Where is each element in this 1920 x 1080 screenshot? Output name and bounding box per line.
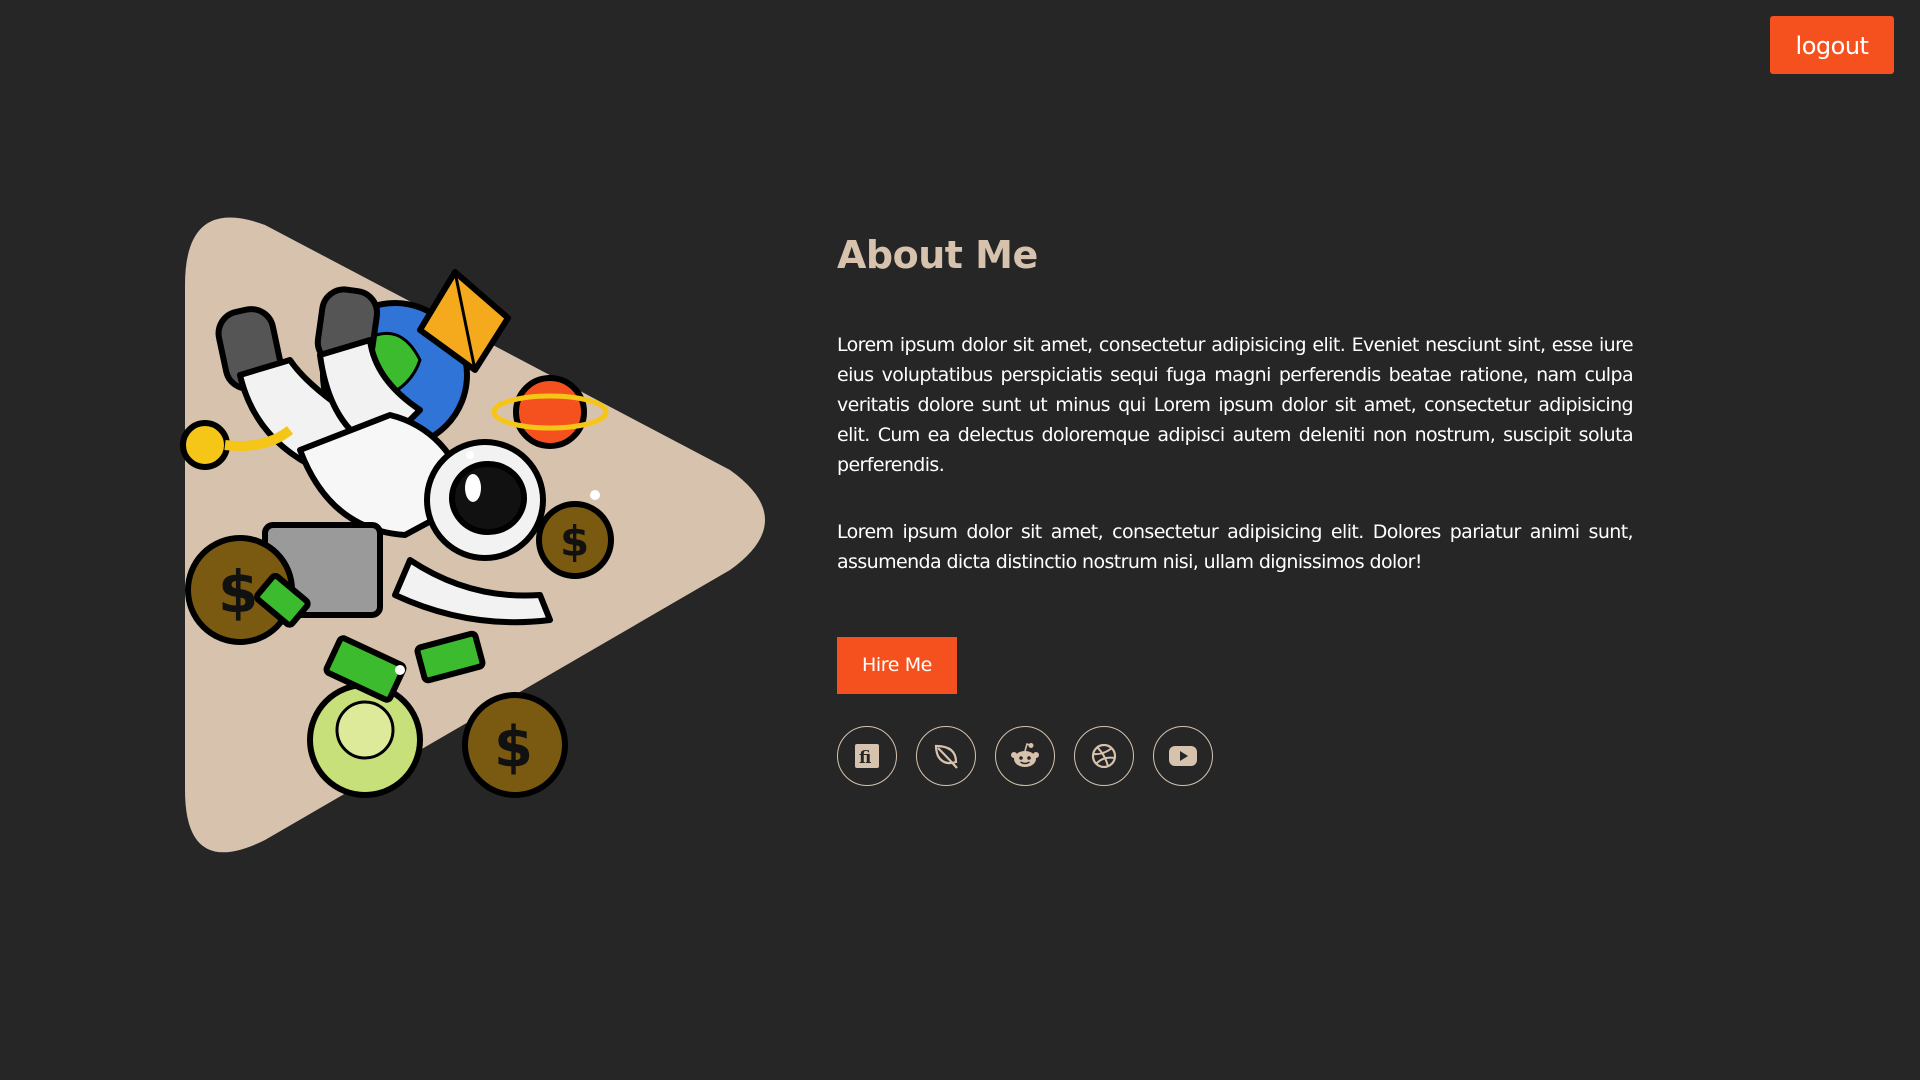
svg-text:$: $ (218, 558, 258, 626)
fiverr-link[interactable]: fi (837, 726, 897, 786)
svg-text:$: $ (560, 517, 589, 566)
about-paragraph: Lorem ipsum dolor sit amet, consectetur … (837, 334, 1634, 476)
youtube-link[interactable] (1153, 726, 1213, 786)
about-paragraph: Lorem ipsum dolor sit amet, consectetur … (837, 521, 1634, 573)
reddit-icon (1011, 742, 1039, 767)
dribbble-icon (1091, 743, 1117, 769)
page: logout $ $ $ About Me Lorem ipsum dolor … (0, 0, 1920, 1080)
svg-text:$: $ (494, 715, 533, 780)
logout-button[interactable]: logout (1770, 16, 1894, 74)
reddit-link[interactable] (995, 726, 1055, 786)
leaf-icon (934, 744, 958, 769)
hero-illustration: $ $ $ (170, 200, 780, 870)
youtube-icon (1169, 746, 1197, 766)
hire-me-button[interactable]: Hire Me (837, 637, 957, 694)
svg-text:fi: fi (859, 748, 871, 768)
leaf-link[interactable] (916, 726, 976, 786)
about-title: About Me (837, 233, 1038, 277)
dribbble-link[interactable] (1074, 726, 1134, 786)
fiverr-icon: fi (855, 744, 879, 768)
social-links: fi (837, 726, 1633, 786)
about-section: About Me Lorem ipsum dolor sit amet, con… (837, 225, 1634, 786)
